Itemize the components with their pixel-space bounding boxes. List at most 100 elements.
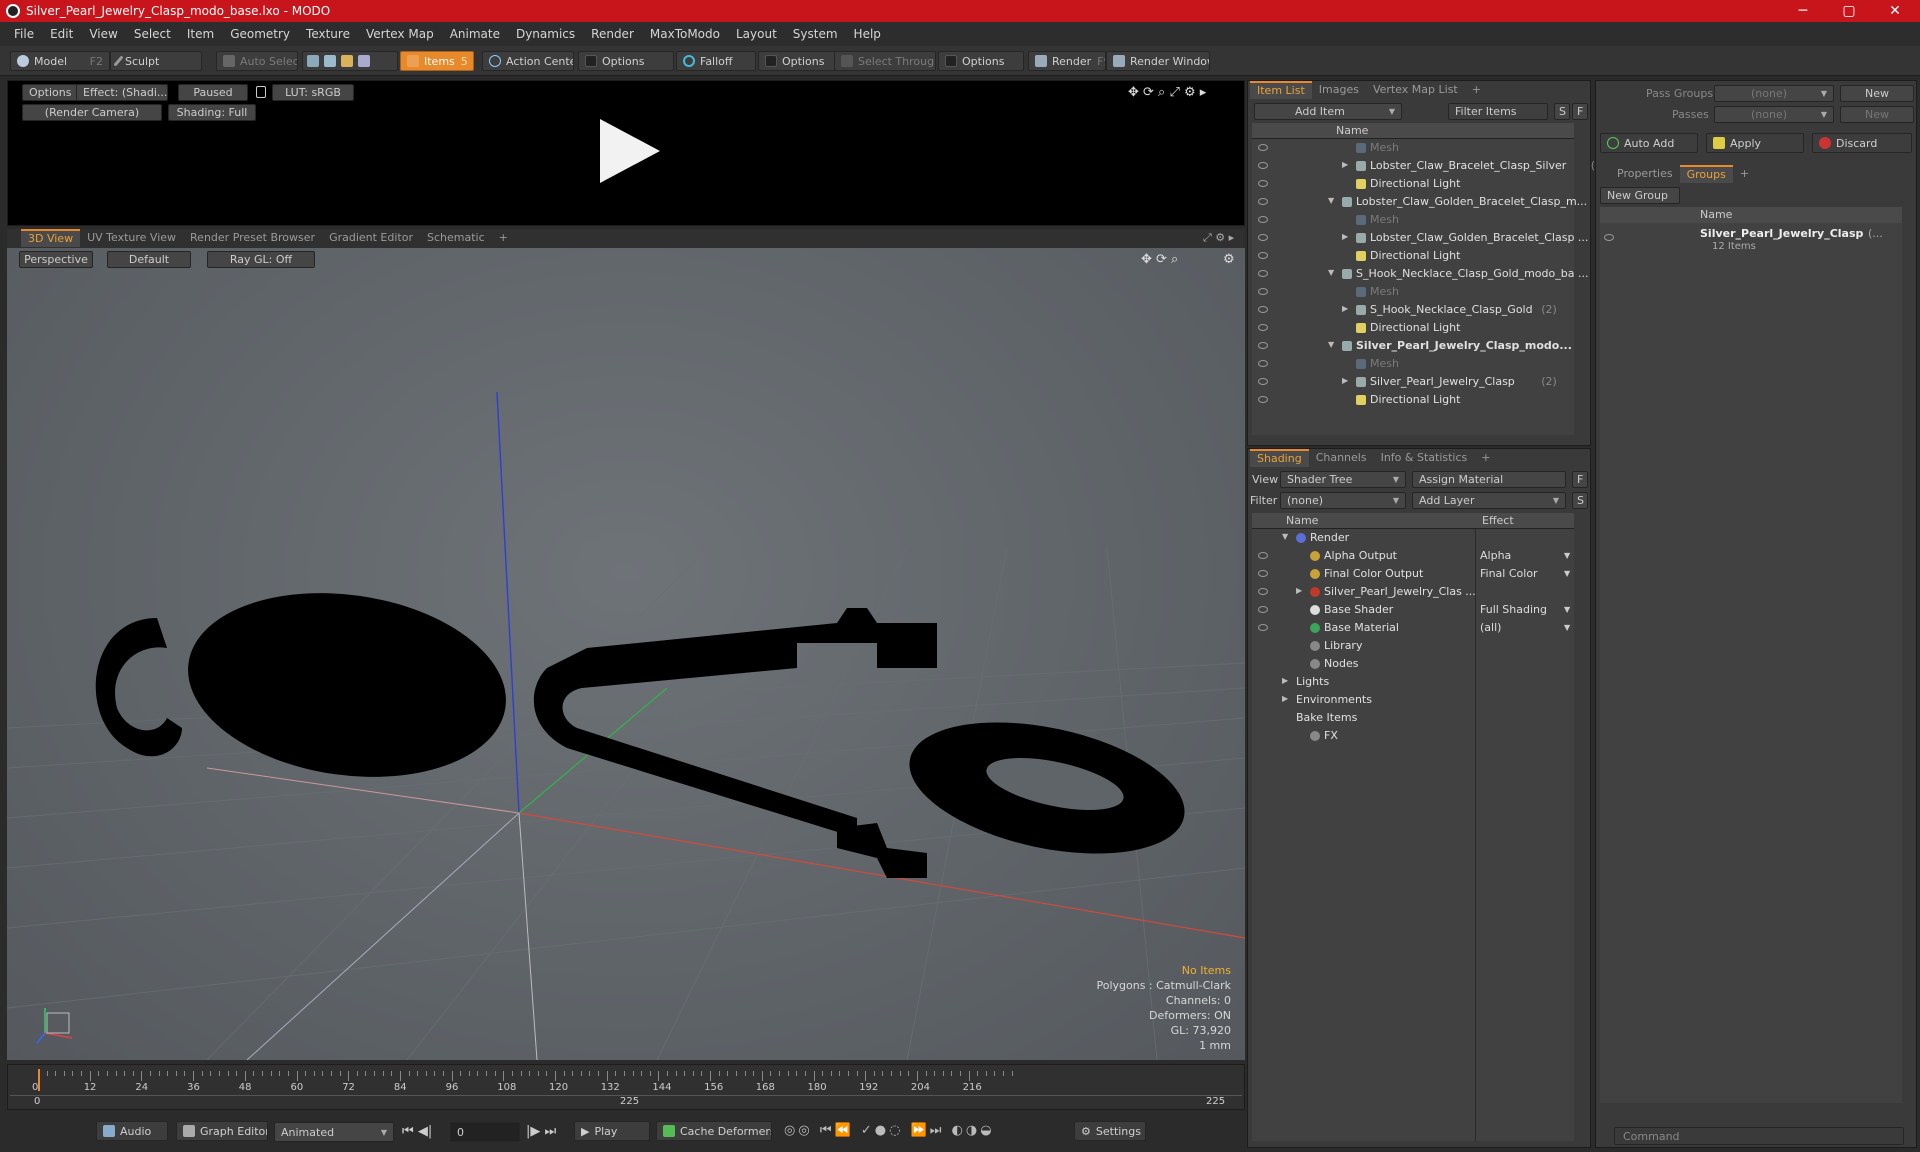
transport-forward-icons[interactable]: |▶ ⏭ <box>526 1124 556 1139</box>
eye-icon[interactable] <box>1258 252 1268 259</box>
item-row[interactable]: ▶ S_Hook_Necklace_Clasp_Gold (2) <box>1252 301 1574 319</box>
add-layer-dropdown[interactable]: Add Layer ▼ <box>1412 492 1566 509</box>
timeline-playhead[interactable] <box>38 1069 40 1091</box>
item-row[interactable]: Mesh <box>1252 139 1574 157</box>
chevron-down-icon[interactable]: ▼ <box>1564 569 1570 578</box>
menu-view[interactable]: View <box>81 27 125 41</box>
animated-dropdown[interactable]: Animated ▼ <box>274 1122 394 1142</box>
item-row[interactable]: ▼ Silver_Pearl_Jewelry_Clasp_modo... <box>1252 337 1574 355</box>
discard-button[interactable]: Discard <box>1812 133 1912 153</box>
tab-render-preset-browser[interactable]: Render Preset Browser <box>183 229 322 247</box>
tab-uv-texture-view[interactable]: UV Texture View <box>80 229 183 247</box>
model-mode-button[interactable]: Model F2 <box>10 51 110 71</box>
eye-icon[interactable] <box>1258 324 1268 331</box>
timeline-range-bar[interactable]: 0 225 225 <box>10 1095 1242 1109</box>
add-tab-button[interactable]: + <box>1465 81 1488 99</box>
filter-dropdown[interactable]: (none) ▼ <box>1280 492 1406 509</box>
tab-shading[interactable]: Shading <box>1250 449 1309 467</box>
preview-effect-dropdown[interactable]: Effect: (Shadi... <box>76 84 168 101</box>
tab-schematic[interactable]: Schematic <box>420 229 492 247</box>
expand-icon[interactable]: ▶ <box>1342 304 1348 313</box>
expand-icon[interactable]: ▶ <box>1342 160 1348 169</box>
view-dropdown[interactable]: Shader Tree ▼ <box>1280 471 1406 488</box>
shader-row[interactable]: ▼ Render <box>1252 529 1574 547</box>
menu-system[interactable]: System <box>785 27 846 41</box>
menu-maxtomodo[interactable]: MaxToModo <box>642 27 728 41</box>
tab-info-statistics[interactable]: Info & Statistics <box>1374 449 1475 467</box>
eye-icon[interactable] <box>1258 180 1268 187</box>
layer-effect[interactable]: Full Shading <box>1480 603 1547 616</box>
apply-button[interactable]: Apply <box>1706 133 1804 153</box>
new-pass-group-button[interactable]: New <box>1840 85 1914 102</box>
action-center-button[interactable]: Action Center <box>482 51 574 71</box>
eye-icon[interactable] <box>1258 288 1268 295</box>
expand-icon[interactable]: ▶ <box>1342 376 1348 385</box>
menu-texture[interactable]: Texture <box>298 27 358 41</box>
falloff-options-button[interactable]: Options <box>758 51 838 71</box>
tab-images[interactable]: Images <box>1312 81 1366 99</box>
vertices-mode-icon[interactable] <box>307 55 319 67</box>
lut-dropdown[interactable]: LUT: sRGB <box>272 84 354 101</box>
viewport-tab-options-icon[interactable]: ⤢ ⚙ ▸ <box>1203 231 1234 245</box>
render-button[interactable]: RenderF9 <box>1028 51 1106 71</box>
collapse-icon[interactable]: ▼ <box>1328 340 1334 349</box>
settings-button[interactable]: ⚙ Settings <box>1074 1121 1146 1141</box>
group-row[interactable]: Silver_Pearl_Jewelry_Clasp (... 12 Items <box>1600 225 1902 255</box>
perspective-dropdown[interactable]: Perspective <box>19 251 93 268</box>
render-window-button[interactable]: Render Window <box>1106 51 1210 71</box>
shader-row[interactable]: ▶ Silver_Pearl_Jewelry_Clas ... <box>1252 583 1574 601</box>
item-row[interactable]: ▼ S_Hook_Necklace_Clasp_Gold_modo_ba ... <box>1252 265 1588 283</box>
passes-dropdown[interactable]: (none) ▼ <box>1714 106 1834 123</box>
transport-back-icons[interactable]: ⏮ ◀| <box>402 1124 432 1139</box>
lock-icon[interactable] <box>256 86 266 98</box>
eye-icon[interactable] <box>1258 270 1268 277</box>
item-row[interactable]: Directional Light <box>1252 319 1574 337</box>
eye-icon[interactable] <box>1604 234 1614 241</box>
graph-editor-button[interactable]: Graph Editor <box>176 1121 268 1141</box>
eye-icon[interactable] <box>1258 552 1268 559</box>
item-row[interactable]: Directional Light <box>1252 175 1574 193</box>
chevron-down-icon[interactable]: ▼ <box>1564 623 1570 632</box>
select-through-options-button[interactable]: Options <box>938 51 1024 71</box>
chevron-down-icon[interactable]: ▼ <box>1564 605 1570 614</box>
eye-icon[interactable] <box>1258 396 1268 403</box>
expand-icon[interactable]: ▶ <box>1282 694 1288 703</box>
default-style-dropdown[interactable]: Default <box>107 251 191 268</box>
sculpt-mode-button[interactable]: Sculpt <box>110 51 202 71</box>
item-row[interactable]: Mesh <box>1252 283 1574 301</box>
menu-help[interactable]: Help <box>846 27 889 41</box>
filter-s-button[interactable]: S <box>1554 103 1570 120</box>
tab-properties[interactable]: Properties <box>1610 165 1680 183</box>
tab-gradient-editor[interactable]: Gradient Editor <box>322 229 420 247</box>
pass-groups-dropdown[interactable]: (none) ▼ <box>1714 85 1834 102</box>
materials-mode-icon[interactable] <box>358 55 370 67</box>
key-tool-icons[interactable]: ◎◎ ⏮⏪ ✓●◌ ⏩⏭ ◐◑◒ <box>784 1123 995 1138</box>
menu-item[interactable]: Item <box>179 27 222 41</box>
shader-row[interactable]: FX <box>1252 727 1574 745</box>
layer-effect[interactable]: (all) <box>1480 621 1501 634</box>
tab-item-list[interactable]: Item List <box>1250 81 1312 99</box>
item-row[interactable]: Mesh <box>1252 211 1574 229</box>
tab-channels[interactable]: Channels <box>1309 449 1374 467</box>
eye-icon[interactable] <box>1258 606 1268 613</box>
eye-icon[interactable] <box>1258 360 1268 367</box>
assign-material-button[interactable]: Assign Material <box>1412 471 1566 488</box>
eye-icon[interactable] <box>1258 198 1268 205</box>
menu-layout[interactable]: Layout <box>728 27 785 41</box>
eye-icon[interactable] <box>1258 216 1268 223</box>
add-tab-button[interactable]: + <box>1474 449 1497 467</box>
shading-f-button[interactable]: F <box>1572 471 1588 488</box>
eye-icon[interactable] <box>1258 306 1268 313</box>
menu-animate[interactable]: Animate <box>442 27 508 41</box>
menu-file[interactable]: File <box>6 27 42 41</box>
collapse-icon[interactable]: ▼ <box>1328 196 1334 205</box>
item-row[interactable]: Directional Light <box>1252 391 1574 409</box>
3d-viewport[interactable]: Perspective Default Ray GL: Off ✥ ⟳ ⌕ ⚙ … <box>7 248 1245 1060</box>
menu-edit[interactable]: Edit <box>42 27 81 41</box>
new-group-button[interactable]: New Group <box>1600 187 1680 204</box>
eye-icon[interactable] <box>1258 570 1268 577</box>
raygl-dropdown[interactable]: Ray GL: Off <box>207 251 315 268</box>
viewport-settings-icon[interactable]: ⚙ <box>1223 252 1235 267</box>
tab-groups[interactable]: Groups <box>1679 165 1733 183</box>
filter-items-input[interactable]: Filter Items <box>1448 103 1548 120</box>
